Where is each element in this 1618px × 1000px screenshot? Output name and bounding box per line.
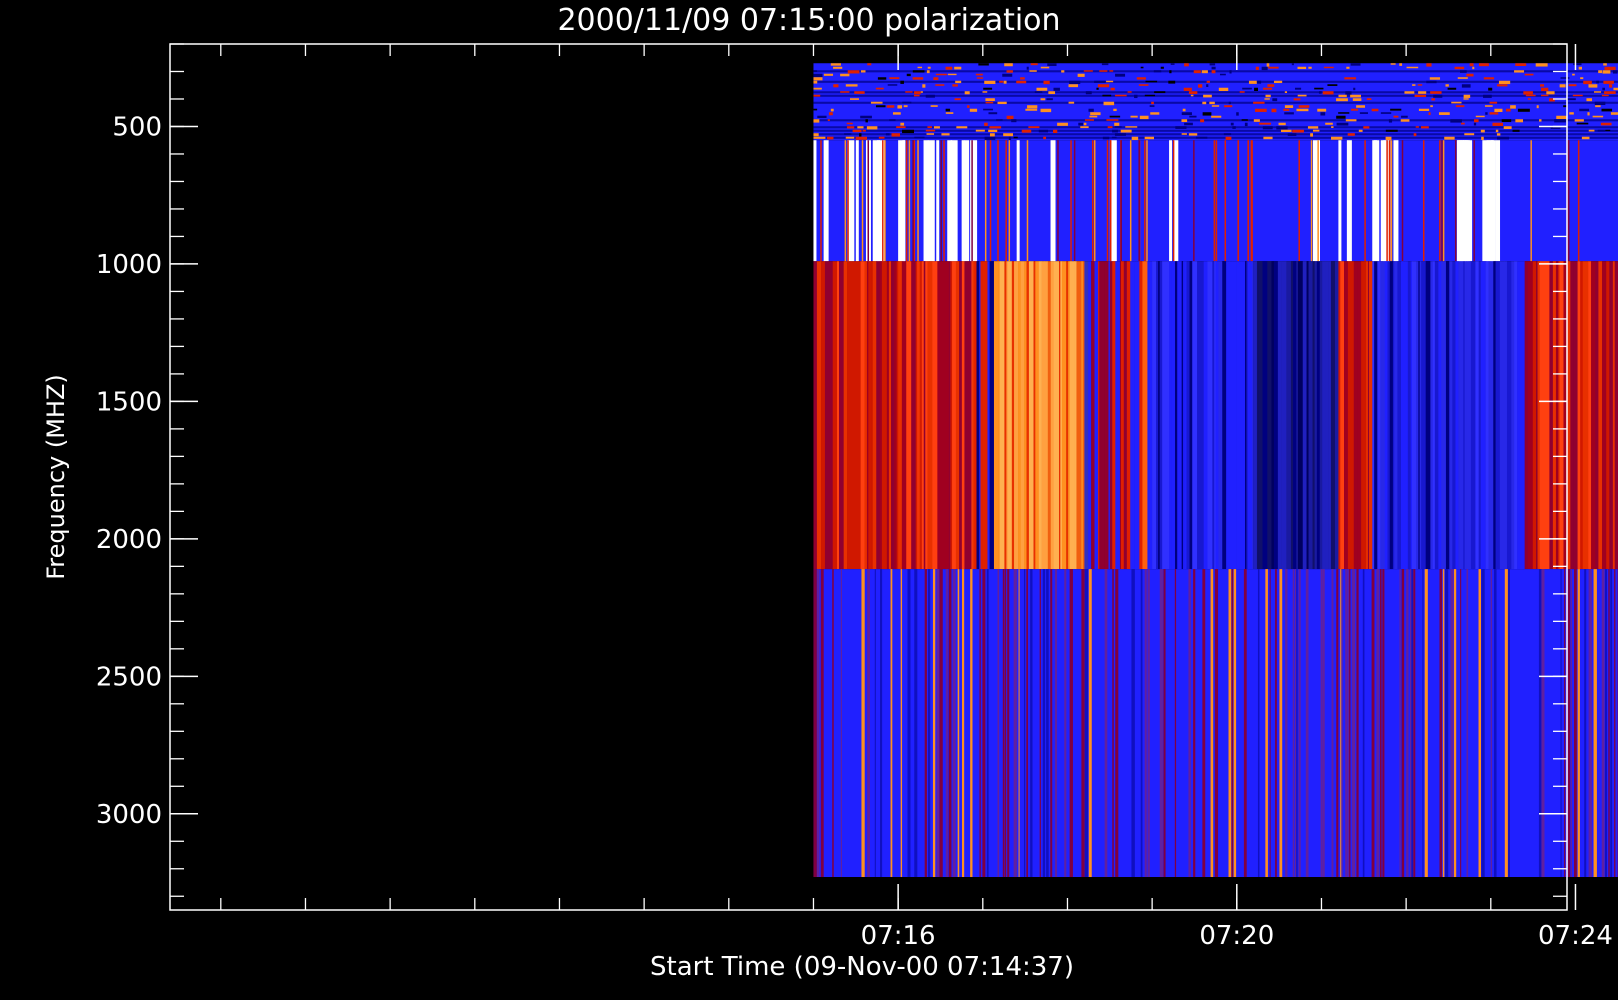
white-stripe [1456, 140, 1468, 262]
polarization-chart: 2000/11/09 07:15:00 polarization 500 1000… [42, 3, 1618, 982]
white-stripe [1050, 140, 1056, 262]
white-stripe [1313, 140, 1320, 262]
spectrogram-image [813, 63, 1618, 878]
x-tick-label: 07:24 [1538, 921, 1613, 951]
white-stripe [950, 140, 958, 262]
white-stripe [813, 140, 817, 262]
white-stripe [1393, 140, 1399, 262]
y-tick-label: 1000 [96, 250, 162, 280]
white-stripe [1467, 140, 1473, 262]
white-stripe [1338, 140, 1342, 262]
white-stripe [936, 140, 940, 262]
white-stripe [964, 140, 970, 262]
white-stripe [823, 140, 829, 262]
y-tick-label: 1500 [96, 387, 162, 417]
white-stripe [855, 140, 859, 262]
white-stripe [1482, 140, 1496, 262]
white-stripe [1016, 140, 1020, 262]
x-axis-label: Start Time (09-Nov-00 07:14:37) [650, 952, 1074, 982]
white-stripe [1495, 140, 1501, 262]
y-tick-label: 3000 [96, 800, 162, 830]
x-tick-label: 07:16 [861, 921, 936, 951]
white-stripe [970, 140, 978, 262]
white-stripe [879, 140, 885, 262]
y-tick-label: 2500 [96, 662, 162, 692]
white-stripe [1169, 140, 1173, 262]
white-stripe [1346, 140, 1352, 262]
white-stripe [1373, 140, 1377, 262]
white-stripe [902, 140, 906, 262]
y-tick-label: 2000 [96, 525, 162, 555]
y-tick-label: 500 [112, 112, 162, 142]
chart-title: 2000/11/09 07:15:00 polarization [557, 3, 1060, 38]
x-tick-label: 07:20 [1199, 921, 1274, 951]
white-stripe [927, 140, 935, 262]
y-axis-label: Frequency (MHZ) [42, 374, 70, 580]
